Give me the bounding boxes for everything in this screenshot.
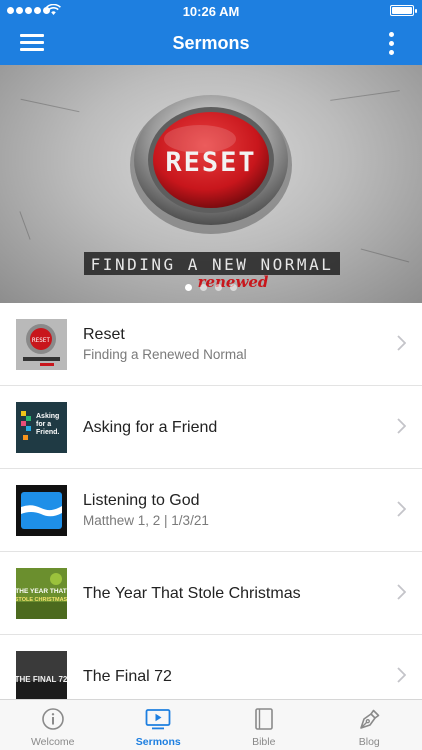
tab-label: Welcome <box>30 736 75 748</box>
tab-bible[interactable]: Bible <box>211 700 317 750</box>
nav-bar: Sermons <box>0 22 422 65</box>
tab-blog[interactable]: Blog <box>317 700 422 750</box>
reset-thumbnail: RESET <box>16 319 67 370</box>
sermon-list: RESET Reset Finding a Renewed Normal Ask… <box>0 303 422 718</box>
chevron-right-icon <box>397 501 406 517</box>
tab-welcome[interactable]: Welcome <box>0 700 106 750</box>
status-bar: 10:26 AM <box>0 0 422 22</box>
list-item[interactable]: RESET Reset Finding a Renewed Normal <box>0 303 422 386</box>
chevron-right-icon <box>397 418 406 434</box>
chevron-right-icon <box>397 584 406 600</box>
sermon-title: The Year That Stole Christmas <box>83 584 301 602</box>
year-stole-christmas-thumbnail: THE YEAR THAT STOLE CHRISTMAS <box>16 568 67 619</box>
hero-subtitle: FINDING A NEW NORMAL <box>91 255 334 274</box>
chevron-right-icon <box>397 335 406 351</box>
sermon-title: Listening to God <box>83 492 200 509</box>
carousel-dot[interactable] <box>185 284 192 291</box>
sermon-title: Asking for a Friend <box>83 418 218 436</box>
carousel-dot[interactable] <box>215 284 222 291</box>
more-vertical-icon[interactable] <box>388 32 396 56</box>
chevron-right-icon <box>397 667 406 683</box>
carousel-page-indicator[interactable] <box>0 284 422 291</box>
sermon-subtitle: Matthew 1, 2 | 1/3/21 <box>83 513 209 528</box>
final-72-thumbnail: THE FINAL 72 <box>16 651 67 702</box>
svg-text:THE YEAR THAT: THE YEAR THAT <box>16 588 67 595</box>
listening-to-god-thumbnail <box>16 485 67 536</box>
status-time: 10:26 AM <box>182 4 240 19</box>
tab-label: Blog <box>358 736 380 748</box>
hero-title: RESET <box>165 147 256 178</box>
sermon-title: Reset <box>83 326 125 343</box>
tab-label: Sermons <box>135 736 181 748</box>
info-icon <box>41 708 64 730</box>
carousel-dot[interactable] <box>200 284 207 291</box>
sermon-subtitle: Finding a Renewed Normal <box>83 347 247 362</box>
list-item[interactable]: Listening to God Matthew 1, 2 | 1/3/21 <box>0 469 422 552</box>
tab-label: Bible <box>252 736 276 748</box>
page-title: Sermons <box>172 33 250 53</box>
svg-text:THE FINAL 72: THE FINAL 72 <box>16 675 67 684</box>
featured-series-banner[interactable]: RESET FINDING A NEW NORMAL renewed <box>0 65 422 303</box>
book-icon <box>254 708 273 730</box>
tab-bar: Welcome Sermons Bible Blog <box>0 699 422 750</box>
battery-icon <box>390 5 417 16</box>
list-item[interactable]: THE YEAR THAT STOLE CHRISTMAS The Year T… <box>0 552 422 635</box>
svg-text:Asking: Asking <box>36 413 59 420</box>
list-item[interactable]: Asking for a Friend. Asking for a Friend <box>0 386 422 469</box>
sermon-title: The Final 72 <box>83 667 172 685</box>
svg-text:Friend.: Friend. <box>36 429 59 436</box>
video-play-icon <box>145 709 171 730</box>
reset-button-artwork: RESET FINDING A NEW NORMAL renewed <box>84 95 340 291</box>
tab-sermons[interactable]: Sermons <box>106 700 212 750</box>
svg-text:for a: for a <box>36 421 51 428</box>
pen-nib-icon <box>360 709 380 729</box>
svg-text:STOLE CHRISTMAS: STOLE CHRISTMAS <box>16 597 67 603</box>
asking-for-a-friend-thumbnail: Asking for a Friend. <box>16 402 67 453</box>
carousel-dot[interactable] <box>230 284 237 291</box>
svg-text:RESET: RESET <box>32 337 50 344</box>
